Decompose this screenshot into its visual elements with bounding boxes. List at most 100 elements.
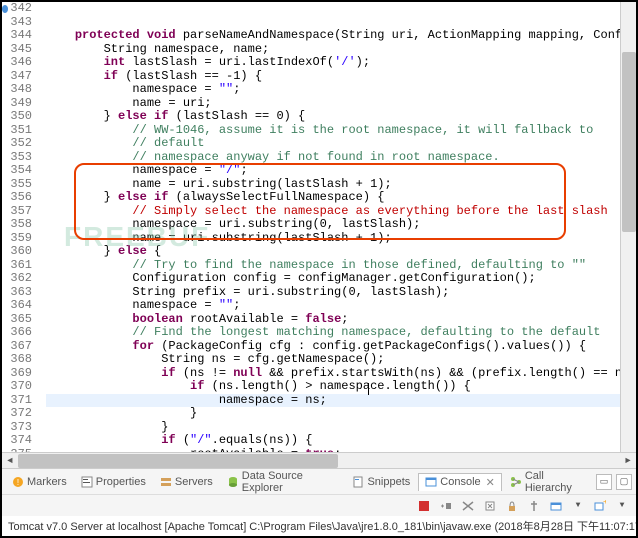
new-console-dropdown[interactable]: ▼ xyxy=(614,498,630,514)
tab-snippets[interactable]: Snippets xyxy=(346,474,416,490)
line-number[interactable]: 344 xyxy=(2,29,32,43)
line-number[interactable]: 374 xyxy=(2,434,32,448)
horizontal-scroll-track[interactable] xyxy=(18,454,620,468)
code-line[interactable]: name = uri.substring(lastSlash + 1); xyxy=(46,178,620,192)
code-content[interactable]: protected void parseNameAndNamespace(Str… xyxy=(46,2,620,452)
line-number[interactable]: 342 xyxy=(2,2,32,16)
line-number[interactable]: 355 xyxy=(2,178,32,192)
scroll-left-arrow[interactable]: ◄ xyxy=(2,456,18,466)
horizontal-scrollbar[interactable]: ◄ ► xyxy=(2,452,636,468)
tab-console[interactable]: Console ✕ xyxy=(418,473,502,491)
code-line[interactable]: if (ns != null && prefix.startsWith(ns) … xyxy=(46,367,620,381)
code-line[interactable]: int lastSlash = uri.lastIndexOf('/'); xyxy=(46,56,620,70)
code-line[interactable]: } else if (alwaysSelectFullNamespace) { xyxy=(46,191,620,205)
minimize-view-button[interactable]: ▭ xyxy=(596,474,612,490)
horizontal-scrollbar-thumb[interactable] xyxy=(18,454,338,468)
tab-label: Snippets xyxy=(367,476,410,488)
line-number[interactable]: 356 xyxy=(2,191,32,205)
line-number[interactable]: 345 xyxy=(2,43,32,57)
line-number[interactable]: 370 xyxy=(2,380,32,394)
vertical-scrollbar[interactable] xyxy=(620,2,636,452)
code-line[interactable]: namespace = uri.substring(0, lastSlash); xyxy=(46,218,620,232)
tab-label: Console xyxy=(440,476,480,488)
line-number[interactable]: 363 xyxy=(2,286,32,300)
line-number[interactable]: 352 xyxy=(2,137,32,151)
code-line[interactable]: namespace = "/"; xyxy=(46,164,620,178)
code-line[interactable]: } xyxy=(46,407,620,421)
display-selected-console-button[interactable] xyxy=(548,498,564,514)
line-number[interactable]: 349 xyxy=(2,97,32,111)
code-line[interactable]: boolean rootAvailable = false; xyxy=(46,313,620,327)
console-content[interactable]: Tomcat v7.0 Server at localhost [Apache … xyxy=(2,516,636,536)
line-number[interactable]: 359 xyxy=(2,232,32,246)
code-line[interactable]: // Simply select the namespace as everyt… xyxy=(46,205,620,219)
code-line[interactable]: } else if (lastSlash == 0) { xyxy=(46,110,620,124)
tab-servers[interactable]: Servers xyxy=(154,474,219,490)
code-line[interactable]: } xyxy=(46,421,620,435)
code-line[interactable]: if ("/".equals(ns)) { xyxy=(46,434,620,448)
line-number[interactable]: 343 xyxy=(2,16,32,30)
open-console-dropdown[interactable]: ▼ xyxy=(570,498,586,514)
new-console-view-button[interactable]: + xyxy=(592,498,608,514)
code-line[interactable]: // Try to find the namespace in those de… xyxy=(46,259,620,273)
tab-properties[interactable]: Properties xyxy=(75,474,152,490)
code-line[interactable]: // WW-1046, assume it is the root namesp… xyxy=(46,124,620,138)
line-number[interactable]: 367 xyxy=(2,340,32,354)
scroll-lock-button[interactable] xyxy=(504,498,520,514)
code-line[interactable]: // default xyxy=(46,137,620,151)
line-number[interactable]: 351 xyxy=(2,124,32,138)
code-line[interactable]: name = uri.substring(lastSlash + 1); xyxy=(46,232,620,246)
vertical-scrollbar-thumb[interactable] xyxy=(622,52,636,232)
tab-markers[interactable]: ! Markers xyxy=(6,474,73,490)
line-number[interactable]: 360 xyxy=(2,245,32,259)
line-number[interactable]: 364 xyxy=(2,299,32,313)
terminate-button[interactable] xyxy=(416,498,432,514)
remove-launch-button[interactable] xyxy=(438,498,454,514)
code-line[interactable]: namespace = ""; xyxy=(46,83,620,97)
line-number[interactable]: 346 xyxy=(2,56,32,70)
code-editor[interactable]: 3423433443453463473483493503513523533543… xyxy=(2,2,636,452)
code-line[interactable]: Configuration config = configManager.get… xyxy=(46,272,620,286)
line-number[interactable]: 373 xyxy=(2,421,32,435)
code-line[interactable]: protected void parseNameAndNamespace(Str… xyxy=(46,29,620,43)
tab-call-hierarchy[interactable]: Call Hierarchy xyxy=(504,468,594,496)
remove-all-button[interactable] xyxy=(460,498,476,514)
code-line[interactable]: // namespace anyway if not found in root… xyxy=(46,151,620,165)
line-number[interactable]: 347 xyxy=(2,70,32,84)
code-line[interactable]: String namespace, name; xyxy=(46,43,620,57)
code-line[interactable]: String prefix = uri.substring(0, lastSla… xyxy=(46,286,620,300)
scroll-right-arrow[interactable]: ► xyxy=(620,456,636,466)
code-line[interactable]: namespace = ns; xyxy=(46,394,620,408)
line-number[interactable]: 365 xyxy=(2,313,32,327)
line-number[interactable]: 353 xyxy=(2,151,32,165)
line-number[interactable]: 354 xyxy=(2,164,32,178)
tab-data-source-explorer[interactable]: Data Source Explorer xyxy=(221,468,345,496)
line-number[interactable]: 358 xyxy=(2,218,32,232)
line-number[interactable]: 371 xyxy=(2,394,32,408)
line-number[interactable]: 372 xyxy=(2,407,32,421)
line-number[interactable]: 361 xyxy=(2,259,32,273)
maximize-view-button[interactable]: ▢ xyxy=(616,474,632,490)
clear-console-button[interactable] xyxy=(482,498,498,514)
line-number[interactable]: 348 xyxy=(2,83,32,97)
tab-label: Servers xyxy=(175,476,213,488)
code-line[interactable]: namespace = ""; xyxy=(46,299,620,313)
code-line[interactable]: for (PackageConfig cfg : config.getPacka… xyxy=(46,340,620,354)
line-number[interactable]: 369 xyxy=(2,367,32,381)
code-line[interactable]: // Find the longest matching namespace, … xyxy=(46,326,620,340)
pin-console-button[interactable] xyxy=(526,498,542,514)
code-line[interactable]: } else { xyxy=(46,245,620,259)
code-line[interactable]: String ns = cfg.getNamespace(); xyxy=(46,353,620,367)
line-number[interactable]: 375 xyxy=(2,448,32,453)
line-number[interactable]: 366 xyxy=(2,326,32,340)
line-number[interactable]: 362 xyxy=(2,272,32,286)
code-line[interactable]: rootAvailable = true; xyxy=(46,448,620,453)
line-number[interactable]: 368 xyxy=(2,353,32,367)
line-number[interactable]: 357 xyxy=(2,205,32,219)
code-line[interactable]: name = uri; xyxy=(46,97,620,111)
code-line[interactable]: if (ns.length() > namespace.length()) { xyxy=(46,380,620,394)
line-number[interactable]: 350 xyxy=(2,110,32,124)
close-icon[interactable]: ✕ xyxy=(486,476,495,489)
breakpoint-marker[interactable] xyxy=(2,5,8,13)
code-line[interactable]: if (lastSlash == -1) { xyxy=(46,70,620,84)
